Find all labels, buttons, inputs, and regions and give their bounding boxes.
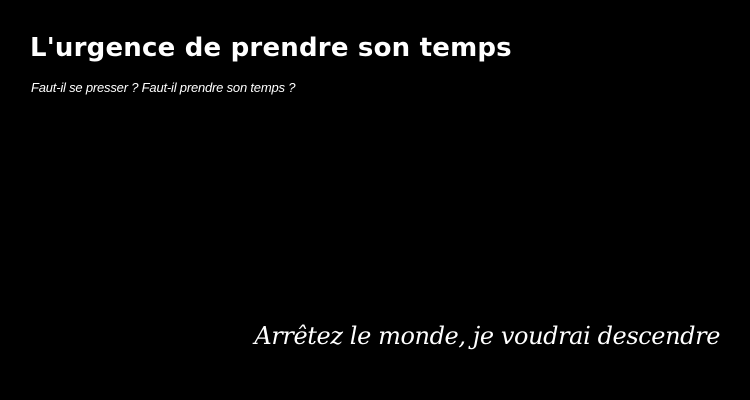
page: L'urgence de prendre son temps Faut-il s…	[0, 0, 750, 400]
site-tagline: Faut-il se presser ? Faut-il prendre son…	[31, 80, 296, 95]
hero-quote: Arrêtez le monde, je voudrai descendre	[254, 322, 720, 350]
site-title[interactable]: L'urgence de prendre son temps	[30, 30, 512, 66]
